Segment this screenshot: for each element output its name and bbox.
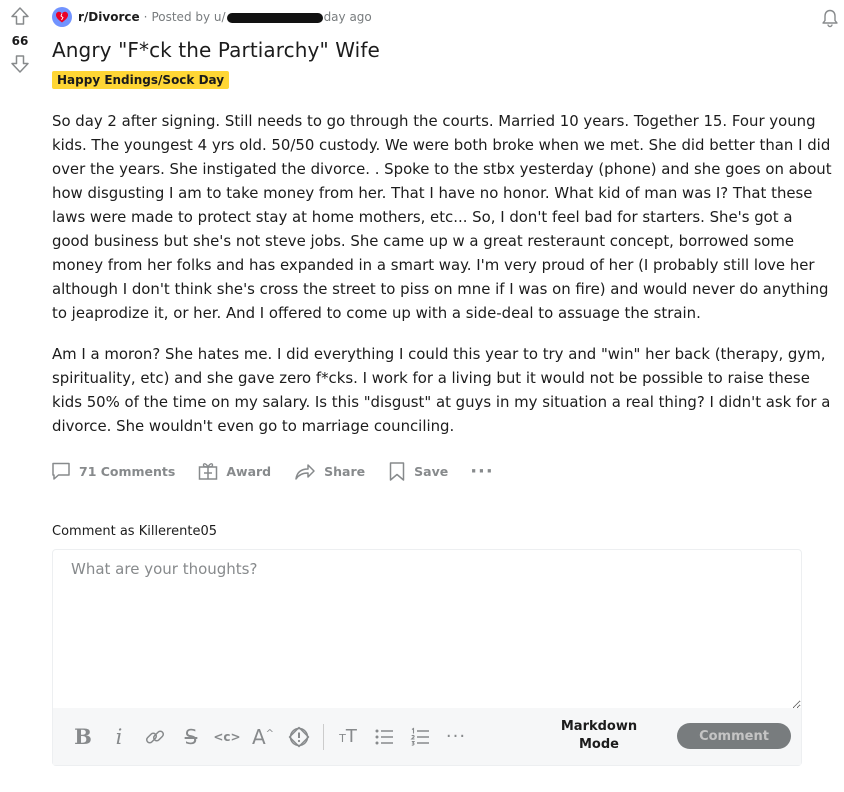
heading-button[interactable]: TT xyxy=(330,721,366,753)
award-label: Award xyxy=(226,463,272,479)
downvote-icon xyxy=(11,55,29,73)
link-icon xyxy=(145,729,165,744)
share-icon xyxy=(295,464,315,480)
save-button[interactable]: Save xyxy=(387,455,448,487)
subreddit-avatar[interactable] xyxy=(52,7,72,27)
post: r/Divorce · Posted by u/ day ago Angry "… xyxy=(52,6,832,487)
post-time: day ago xyxy=(323,10,372,24)
link-button[interactable] xyxy=(137,721,173,753)
markdown-label: Markdown xyxy=(560,719,638,734)
superscript-icon: A^ xyxy=(251,724,275,749)
spoiler-button[interactable] xyxy=(281,721,317,753)
more-options-button[interactable]: ··· xyxy=(470,455,494,487)
inline-code-button[interactable]: <c> xyxy=(209,721,245,753)
post-meta: r/Divorce · Posted by u/ day ago xyxy=(52,6,832,28)
formatting-toolbar: B i S <c> A^ TT ··· Markdown Mode Commen… xyxy=(53,708,801,765)
upvote-button[interactable] xyxy=(8,4,32,28)
toolbar-more-icon: ··· xyxy=(445,726,467,747)
downvote-button[interactable] xyxy=(8,52,32,76)
award-icon xyxy=(199,463,218,480)
share-label: Share xyxy=(324,463,366,479)
strikethrough-button[interactable]: S xyxy=(173,721,209,753)
submit-comment-button[interactable]: Comment xyxy=(677,723,791,749)
bold-icon: B xyxy=(74,724,92,749)
italic-button[interactable]: i xyxy=(101,721,137,753)
redacted-username xyxy=(226,13,323,23)
comment-icon xyxy=(52,462,70,480)
share-button[interactable]: Share xyxy=(293,455,365,487)
comments-button[interactable]: 71 Comments xyxy=(50,455,175,487)
bulleted-list-button[interactable] xyxy=(366,721,402,753)
markdown-mode-toggle[interactable]: Markdown Mode xyxy=(553,718,645,754)
spoiler-icon xyxy=(288,726,310,747)
save-label: Save xyxy=(414,463,449,479)
post-flair[interactable]: Happy Endings/Sock Day xyxy=(52,71,230,89)
comments-label: 71 Comments xyxy=(79,463,176,479)
comment-editor: B i S <c> A^ TT ··· xyxy=(52,549,802,766)
posted-by-label: Posted by u/ xyxy=(151,10,226,24)
bold-button[interactable]: B xyxy=(65,721,101,753)
bulleted-list-icon xyxy=(375,729,393,744)
italic-icon: i xyxy=(115,724,123,749)
post-title[interactable]: Angry "F*ck the Partiarchy" Wife xyxy=(52,35,832,65)
heading-icon: TT xyxy=(339,726,357,747)
comment-as-label: Comment as Killerente05 xyxy=(52,524,217,539)
more-icon: ··· xyxy=(470,460,494,482)
award-button[interactable]: Award xyxy=(197,455,271,487)
subreddit-name[interactable]: r/Divorce xyxy=(78,10,140,24)
numbered-list-button[interactable] xyxy=(402,721,438,753)
subreddit-icon xyxy=(56,11,68,23)
inline-code-icon: <c> xyxy=(213,729,241,744)
post-actions: 71 Comments Award Share Save ··· xyxy=(50,455,832,487)
vote-score: 66 xyxy=(11,34,29,48)
post-body: So day 2 after signing. Still needs to g… xyxy=(52,109,834,438)
upvote-icon xyxy=(11,7,29,25)
toolbar-divider xyxy=(323,723,324,750)
comment-input[interactable] xyxy=(53,550,801,709)
post-paragraph: Am I a moron? She hates me. I did everyt… xyxy=(52,345,831,435)
vote-column: 66 xyxy=(0,4,40,76)
post-paragraph: So day 2 after signing. Still needs to g… xyxy=(52,112,832,322)
mode-label: Mode xyxy=(579,737,619,752)
toolbar-more-button[interactable]: ··· xyxy=(438,721,474,753)
superscript-button[interactable]: A^ xyxy=(245,721,281,753)
strikethrough-icon: S xyxy=(184,724,198,749)
numbered-list-icon xyxy=(410,726,429,746)
meta-separator: · xyxy=(143,10,148,24)
save-icon xyxy=(389,462,405,481)
